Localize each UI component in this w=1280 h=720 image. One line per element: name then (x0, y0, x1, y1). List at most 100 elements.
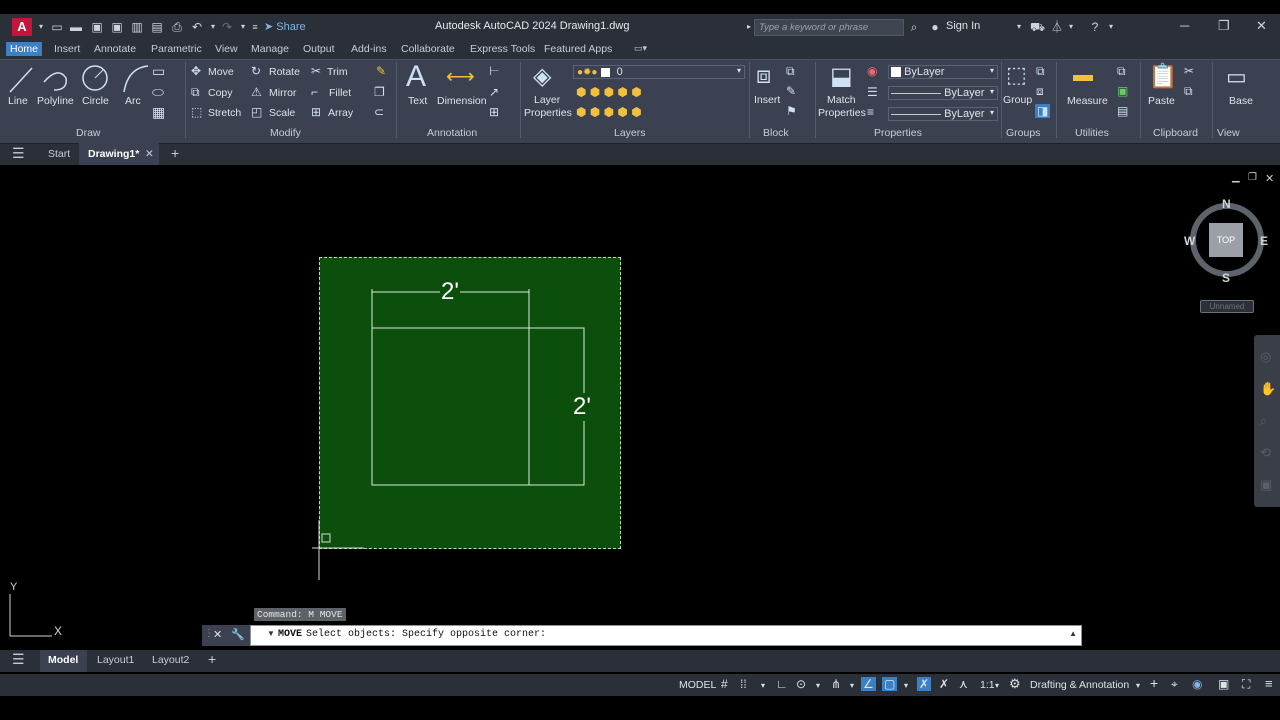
redo-icon[interactable]: ↷ (220, 20, 234, 34)
showmotion-icon[interactable]: ▣ (1260, 477, 1272, 493)
copy-clip-icon[interactable]: ⧉ (1184, 84, 1193, 99)
isodraft-icon[interactable]: ⋔ (831, 677, 841, 691)
dimension-text-vertical[interactable]: 2' (572, 393, 592, 421)
annotation-scale-icon[interactable]: ⋏ (959, 677, 968, 691)
open-icon[interactable]: ▬ (69, 20, 83, 34)
viewport-close-icon[interactable]: ✕ (1265, 172, 1274, 185)
scale-button[interactable]: Scale (269, 107, 295, 119)
rotate-button[interactable]: Rotate (269, 66, 300, 78)
file-tab-menu-icon[interactable]: ☰ (12, 145, 25, 162)
ungroup-icon[interactable]: ⧉ (1036, 64, 1045, 79)
arc-button[interactable]: Arc (125, 95, 141, 107)
tab-home[interactable]: Home (6, 42, 43, 56)
command-close-icon[interactable]: ✕ (213, 628, 222, 641)
workspace-switch[interactable]: Drafting & Annotation (1030, 679, 1129, 691)
circle-button[interactable]: Circle (82, 95, 109, 107)
hatch-icon[interactable]: ▦ (152, 104, 165, 121)
tab-parametric[interactable]: Parametric (151, 43, 202, 55)
explode-icon[interactable]: ❐ (374, 85, 385, 99)
new-layout-icon[interactable]: + (208, 651, 216, 667)
layers-panel-title[interactable]: Layers (614, 127, 646, 139)
annotation-visibility-icon[interactable]: ✗ (917, 677, 932, 691)
color-dropdown[interactable]: ByLayer ▾ (888, 65, 998, 79)
isolate-objects-icon[interactable]: ▣ (1218, 677, 1229, 691)
cut-icon[interactable]: ✂ (1184, 64, 1194, 78)
dimension-text-horizontal[interactable]: 2' (440, 278, 460, 306)
zoom-icon[interactable]: ⌕ (1260, 413, 1267, 429)
ucs-dropdown[interactable]: Unnamed (1200, 300, 1254, 313)
clean-screen-icon[interactable]: ⛶ (1242, 677, 1250, 692)
snap-dropdown-icon[interactable]: ▾ (761, 681, 765, 690)
edit-block-icon[interactable]: ✎ (786, 84, 796, 98)
snap-icon[interactable]: ⁞⁞ (740, 677, 747, 691)
rectangle-icon[interactable]: ▭ (152, 63, 165, 80)
dimension-button[interactable]: Dimension (437, 95, 487, 107)
navigation-bar[interactable]: ◎ ✋ ⌕ ⟲ ▣ (1254, 335, 1280, 507)
create-block-icon[interactable]: ⧉ (786, 64, 795, 79)
object-snap-icon[interactable]: ▢ (882, 677, 898, 691)
customization-icon[interactable]: ≡ (1265, 676, 1273, 691)
linear-dim-icon[interactable]: ⊢ (489, 64, 499, 78)
table-icon[interactable]: ⊞ (489, 105, 499, 119)
plot-icon[interactable]: ⎙ (170, 20, 184, 34)
workspace-gear-icon[interactable]: ⚙ (1009, 676, 1021, 692)
block-panel-title[interactable]: Block (763, 127, 789, 139)
search-icon[interactable]: ⌕ (907, 20, 921, 34)
viewport-restore-icon[interactable]: ❐ (1248, 172, 1257, 183)
modify-panel-title[interactable]: Modify (270, 127, 301, 139)
groups-panel-title[interactable]: Groups (1006, 127, 1040, 139)
object-snap-tracking-icon[interactable]: ∠ (861, 677, 876, 691)
measure-button[interactable]: Measure (1067, 95, 1108, 107)
draw-panel-title[interactable]: Draw (76, 127, 101, 139)
orbit-icon[interactable]: ⟲ (1260, 445, 1271, 461)
annotation-panel-title[interactable]: Annotation (427, 127, 477, 139)
tab-featured-apps[interactable]: Featured Apps (544, 43, 612, 55)
command-customize-icon[interactable]: 🔧 (231, 628, 245, 641)
layer-properties-label-2[interactable]: Properties (524, 107, 572, 119)
erase-icon[interactable]: ✎ (376, 64, 386, 78)
open-web-icon[interactable]: ▥ (130, 20, 144, 34)
offset-icon[interactable]: ⊂ (374, 105, 384, 119)
group-edit-icon[interactable]: ⧈ (1036, 84, 1044, 99)
viewport-minimize-icon[interactable]: ▁ (1232, 172, 1240, 183)
match-properties-label-2[interactable]: Properties (818, 107, 866, 119)
match-properties-label-1[interactable]: Match (827, 94, 856, 106)
layer-tools-row1-icon[interactable]: ⬢ ⬢ ⬢ ⬢ ⬢ (576, 85, 642, 99)
group-selection-icon[interactable]: ◨ (1035, 104, 1051, 118)
tab-output[interactable]: Output (303, 43, 335, 55)
compass-west[interactable]: W (1184, 234, 1195, 248)
tab-close-icon[interactable]: ✕ (145, 148, 154, 160)
tab-add-ins[interactable]: Add-ins (351, 43, 387, 55)
polyline-button[interactable]: Polyline (37, 95, 74, 107)
auto-scale-icon[interactable]: ✗ (939, 677, 949, 691)
tab-start[interactable]: Start (48, 148, 70, 160)
sign-in-button[interactable]: Sign In (946, 20, 980, 32)
units-icon[interactable]: ⌖ (1171, 677, 1178, 692)
isodraft-dropdown-icon[interactable]: ▾ (850, 681, 854, 690)
application-menu-button[interactable]: A (12, 18, 32, 36)
minimize-icon[interactable]: ─ (1180, 18, 1189, 33)
help-dropdown-icon[interactable]: ▾ (1104, 20, 1118, 34)
tab-drawing1[interactable]: Drawing1* (88, 148, 139, 160)
tab-collaborate[interactable]: Collaborate (401, 43, 455, 55)
insert-button[interactable]: Insert (754, 94, 780, 106)
base-button[interactable]: Base (1229, 95, 1253, 107)
tab-view[interactable]: View (215, 43, 238, 55)
tab-annotate[interactable]: Annotate (94, 43, 136, 55)
drawing-canvas[interactable] (0, 165, 1280, 650)
tab-express-tools[interactable]: Express Tools (470, 43, 535, 55)
app-dropdown-icon[interactable]: ▾ (34, 20, 48, 34)
linetype-dropdown[interactable]: ByLayer ▾ (888, 86, 998, 100)
layer-dropdown[interactable]: ●✹● 0 ▾ (573, 65, 745, 79)
fillet-button[interactable]: Fillet (329, 87, 351, 99)
workspace-dropdown-icon[interactable]: ▾ (1136, 681, 1140, 690)
annotation-monitor-icon[interactable]: + (1150, 675, 1158, 691)
save-as-icon[interactable]: ▣ (110, 20, 124, 34)
undo-dropdown-icon[interactable]: ▾ (206, 20, 220, 34)
block-attributes-icon[interactable]: ⚑ (786, 104, 797, 118)
leader-icon[interactable]: ↗ (489, 85, 499, 99)
autodesk-app-icon[interactable]: ⏃ (1050, 20, 1064, 34)
sign-in-dropdown-icon[interactable]: ▾ (1012, 20, 1026, 34)
pan-icon[interactable]: ✋ (1260, 381, 1276, 397)
tab-insert[interactable]: Insert (54, 43, 80, 55)
